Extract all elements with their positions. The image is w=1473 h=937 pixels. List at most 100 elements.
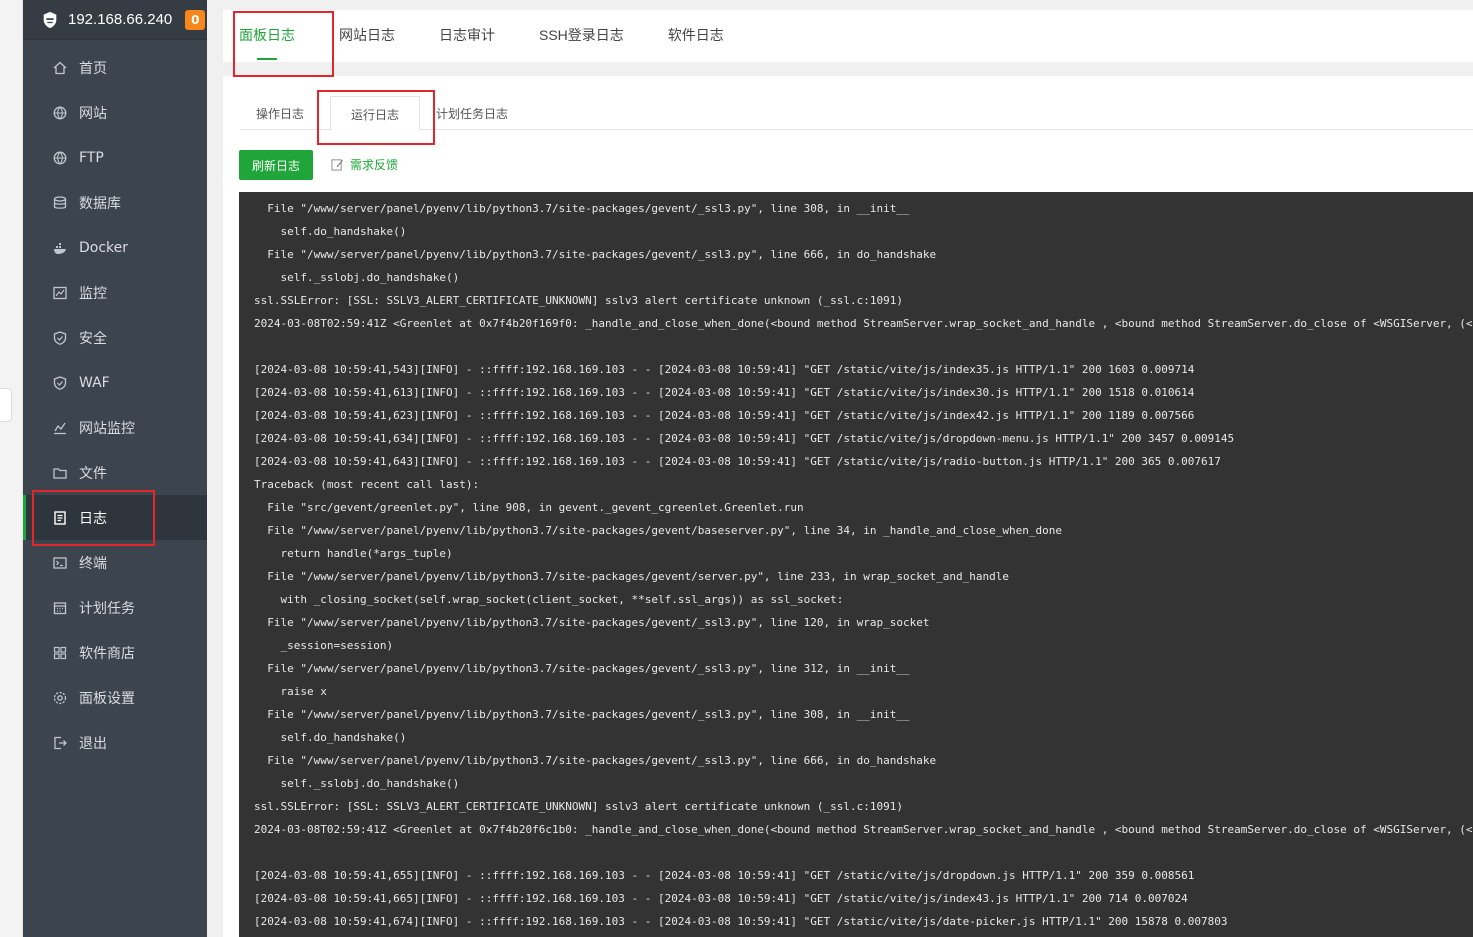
log-line: File "/www/server/panel/pyenv/lib/python… [254, 524, 1062, 537]
monitor-icon [53, 286, 67, 300]
sidebar-item-0[interactable]: 首页 [23, 45, 207, 90]
sidebar-item-label: 退出 [79, 735, 107, 752]
left-edge-strip [0, 0, 23, 937]
log-line: self._sslobj.do_handshake() [254, 271, 460, 284]
log-line: [2024-03-08 10:59:41,643][INFO] - ::ffff… [254, 455, 1221, 468]
log-line: return handle(*args_tuple) [254, 547, 453, 560]
log-line: [2024-03-08 10:59:41,613][INFO] - ::ffff… [254, 386, 1195, 399]
sidebar-item-label: Docker [79, 239, 129, 256]
log-line: [2024-03-08 10:59:41,634][INFO] - ::ffff… [254, 432, 1235, 445]
log-line: [2024-03-08 10:59:41,623][INFO] - ::ffff… [254, 409, 1195, 422]
sidebar-item-13[interactable]: 软件商店 [23, 630, 207, 675]
sidebar-item-6[interactable]: 安全 [23, 315, 207, 360]
sidebar-item-15[interactable]: 退出 [23, 720, 207, 765]
sidebar-item-label: WAF [79, 374, 110, 391]
sidebar-item-label: 网站监控 [79, 420, 135, 437]
log-output[interactable]: File "/www/server/panel/pyenv/lib/python… [239, 192, 1473, 937]
log-line: [2024-03-08 10:59:41,543][INFO] - ::ffff… [254, 363, 1195, 376]
database-icon [53, 195, 67, 210]
sidebar-item-label: 软件商店 [79, 645, 135, 662]
notification-badge[interactable]: 0 [185, 9, 206, 30]
log-line: ssl.SSLError: [SSL: SSLV3_ALERT_CERTIFIC… [254, 800, 904, 813]
log-line: Traceback (most recent call last): [254, 478, 480, 491]
logout-icon [53, 736, 67, 750]
refresh-log-button[interactable]: 刷新日志 [239, 150, 313, 180]
docker-icon [53, 241, 67, 255]
sidebar-item-label: 日志 [79, 510, 107, 527]
sidebar-item-12[interactable]: 计划任务 [23, 585, 207, 630]
log-line: File "/www/server/panel/pyenv/lib/python… [254, 570, 1009, 583]
shield-icon [53, 375, 67, 390]
globe-icon [53, 151, 67, 165]
sidebar-item-3[interactable]: 数据库 [23, 180, 207, 225]
sidebar-nav: 首页网站 FTP 数据库 Docker 监控安全 WAF 网站监控文件日志终端计划任务软件商… [23, 45, 207, 765]
folder-icon [53, 466, 67, 480]
sidebar-item-14[interactable]: 面板设置 [23, 675, 207, 720]
feedback-link[interactable]: 需求反馈 [331, 156, 398, 173]
sidebar-item-label: 计划任务 [79, 600, 135, 617]
log-line: [2024-03-08 10:59:41,655][INFO] - ::ffff… [254, 869, 1195, 882]
log-line: 2024-03-08T02:59:41Z <Greenlet at 0x7f4b… [254, 317, 1473, 330]
sidebar-item-9[interactable]: 文件 [23, 450, 207, 495]
sidebar-item-4[interactable]: Docker [23, 225, 207, 270]
log-line: File "/www/server/panel/pyenv/lib/python… [254, 662, 910, 675]
log-line: self.do_handshake() [254, 225, 407, 238]
home-icon [53, 61, 67, 75]
sidebar: 192.168.66.240 0 首页网站 FTP 数据库 Docker 监控安全 WAF… [23, 0, 207, 937]
log-line: File "/www/server/panel/pyenv/lib/python… [254, 248, 937, 261]
sidebar-item-11[interactable]: 终端 [23, 540, 207, 585]
top-tab-0[interactable]: 面板日志 [217, 10, 317, 62]
sub-tab-1[interactable]: 运行日志 [330, 96, 421, 131]
terminal-icon [53, 556, 67, 570]
top-tab-2[interactable]: 日志审计 [417, 10, 517, 62]
log-line: File "src/gevent/greenlet.py", line 908,… [254, 501, 804, 514]
top-tab-1[interactable]: 网站日志 [317, 10, 417, 62]
collapse-handle[interactable] [0, 388, 12, 422]
log-content-panel: 操作日志 运行日志 计划任务日志 刷新日志 需求反馈 File "/www/serv… [223, 76, 1473, 937]
log-line: File "/www/server/panel/pyenv/lib/python… [254, 708, 910, 721]
log-category-tabs: 面板日志 网站日志 日志审计 SSH登录日志 软件日志 [223, 10, 1473, 62]
sidebar-item-label: 面板设置 [79, 690, 135, 707]
log-line: raise x [254, 685, 327, 698]
sidebar-item-label: 首页 [79, 60, 107, 77]
gear-icon [53, 691, 67, 705]
top-tab-4[interactable]: 软件日志 [646, 10, 746, 62]
top-tab-3[interactable]: SSH登录日志 [517, 10, 646, 62]
panel-log-subtabs: 操作日志 运行日志 计划任务日志 [240, 96, 1473, 131]
edit-icon [331, 159, 344, 171]
sidebar-item-label: 文件 [79, 465, 107, 482]
sidebar-item-10[interactable]: 日志 [23, 495, 207, 540]
log-line: ssl.SSLError: [SSL: SSLV3_ALERT_CERTIFIC… [254, 294, 904, 307]
log-line: with _closing_socket(self.wrap_socket(cl… [254, 593, 844, 606]
server-header: 192.168.66.240 0 [23, 0, 207, 40]
shield-icon [53, 330, 67, 345]
sidebar-item-label: FTP [79, 149, 104, 166]
sidebar-item-8[interactable]: 网站监控 [23, 405, 207, 450]
globe-icon [53, 106, 67, 120]
main-area: 面板日志 网站日志 日志审计 SSH登录日志 软件日志 操作日志 运行日志 计划任务日志 刷… [207, 0, 1473, 937]
sidebar-item-label: 监控 [79, 285, 107, 302]
sidebar-item-label: 数据库 [79, 195, 121, 212]
log-line: [2024-03-08 10:59:41,665][INFO] - ::ffff… [254, 892, 1188, 905]
sidebar-item-5[interactable]: 监控 [23, 270, 207, 315]
sub-tab-2[interactable]: 计划任务日志 [420, 96, 524, 130]
log-line: [2024-03-08 10:59:41,674][INFO] - ::ffff… [254, 915, 1228, 928]
calendar-icon [53, 601, 67, 615]
log-line: File "/www/server/panel/pyenv/lib/python… [254, 754, 937, 767]
server-ip: 192.168.66.240 [68, 11, 173, 28]
log-line: self.do_handshake() [254, 731, 407, 744]
log-line: self._sslobj.do_handshake() [254, 777, 460, 790]
sidebar-item-label: 安全 [79, 330, 107, 347]
panel-logo-icon [43, 11, 57, 28]
sidebar-item-7[interactable]: WAF [23, 360, 207, 405]
sidebar-item-1[interactable]: 网站 [23, 90, 207, 135]
sub-tab-0[interactable]: 操作日志 [240, 96, 320, 130]
feedback-label: 需求反馈 [350, 158, 399, 172]
sidebar-item-2[interactable]: FTP [23, 135, 207, 180]
log-line: File "/www/server/panel/pyenv/lib/python… [254, 616, 930, 629]
log-icon [53, 510, 67, 525]
sidebar-item-label: 网站 [79, 105, 107, 122]
log-line: _session=session) [254, 639, 394, 652]
